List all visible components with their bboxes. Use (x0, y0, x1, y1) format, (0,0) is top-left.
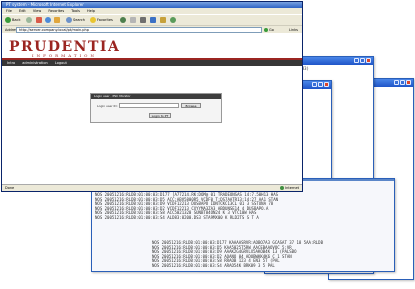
log-line: NOS 20051216:RLDB:01:00:03:S4 ARAO54K BR… (152, 262, 275, 268)
menu-edit[interactable]: Edit (19, 9, 26, 13)
print-button[interactable] (140, 17, 147, 23)
log-line: NOS 20051216:RLDB:01:00:03:S4 ALD83:8200… (95, 214, 259, 220)
status-bar: Done Internet (2, 184, 302, 191)
history-icon (120, 17, 126, 23)
maximize-icon[interactable] (360, 58, 365, 63)
forward-button[interactable] (26, 17, 33, 23)
forward-arrow-icon (26, 17, 32, 23)
refresh-icon (45, 17, 51, 23)
minimize-icon[interactable] (312, 82, 317, 87)
browse-button[interactable]: Browse (181, 103, 201, 108)
maximize-icon[interactable] (318, 82, 323, 87)
nav-administration[interactable]: administration (22, 61, 47, 65)
browser-window[interactable]: PT system - Microsoft Internet Explorer … (1, 1, 303, 192)
mail-button[interactable] (130, 17, 137, 23)
login-submit-button[interactable]: Login to PT (149, 113, 171, 118)
status-text: Done (5, 186, 15, 190)
history-button[interactable] (120, 17, 127, 23)
nav-logout[interactable]: Logout (55, 61, 67, 65)
minimize-icon[interactable] (354, 58, 359, 63)
edit-button[interactable] (150, 17, 157, 23)
status-zone: Internet (280, 185, 299, 191)
messenger-button[interactable] (170, 17, 177, 23)
site-nav: Intro administration Logout (2, 60, 302, 66)
close-icon[interactable] (366, 58, 371, 63)
print-icon (140, 17, 146, 23)
menu-view[interactable]: View (33, 9, 41, 13)
stop-icon (36, 17, 42, 23)
search-button[interactable]: Search (66, 17, 85, 23)
home-icon (54, 17, 60, 23)
nav-intro[interactable]: Intro (7, 61, 15, 65)
login-panel: Login user · PSC Monitor Login user ID: … (90, 93, 222, 123)
discuss-icon (160, 17, 166, 23)
menu-help[interactable]: Help (87, 9, 95, 13)
minimize-icon[interactable] (394, 80, 399, 85)
login-panel-header: Login user · PSC Monitor (91, 94, 221, 99)
menu-favorites[interactable]: Favorites (48, 9, 64, 13)
login-field-label: Login user ID: (97, 104, 118, 108)
log-output: NOS 20051216:RLDB:01:00:03:D177 [A77214.… (95, 192, 280, 221)
menu-tools[interactable]: Tools (71, 9, 80, 13)
edit-icon (150, 17, 156, 23)
messenger-icon (170, 17, 176, 23)
login-user-input[interactable] (119, 103, 179, 108)
menu-file[interactable]: File (6, 9, 12, 13)
close-icon[interactable] (324, 82, 329, 87)
stop-button[interactable] (36, 17, 43, 23)
home-button[interactable] (54, 17, 61, 23)
back-arrow-icon (5, 17, 11, 23)
discuss-button[interactable] (160, 17, 167, 23)
browser-toolbar: Back Search Favorites (2, 14, 302, 25)
close-icon[interactable] (406, 80, 411, 85)
refresh-button[interactable] (45, 17, 52, 23)
search-icon (66, 17, 72, 23)
log-window[interactable]: NOS 20051216:RLDB:01:00:03:D177 [A77214.… (91, 178, 395, 272)
internet-zone-icon (280, 186, 285, 190)
go-arrow-icon (264, 28, 268, 32)
maximize-icon[interactable] (400, 80, 405, 85)
page-content: PRUDENTIA INFORMATION Intro administrati… (2, 33, 302, 185)
mail-icon (130, 17, 136, 23)
back-button[interactable]: Back (5, 17, 21, 23)
favorites-star-icon (90, 17, 96, 23)
favorites-button[interactable]: Favorites (90, 17, 113, 23)
log-output-lower: NOS 20051216:RLDB:01:00:03:D177 KAAAASRV… (152, 240, 323, 269)
